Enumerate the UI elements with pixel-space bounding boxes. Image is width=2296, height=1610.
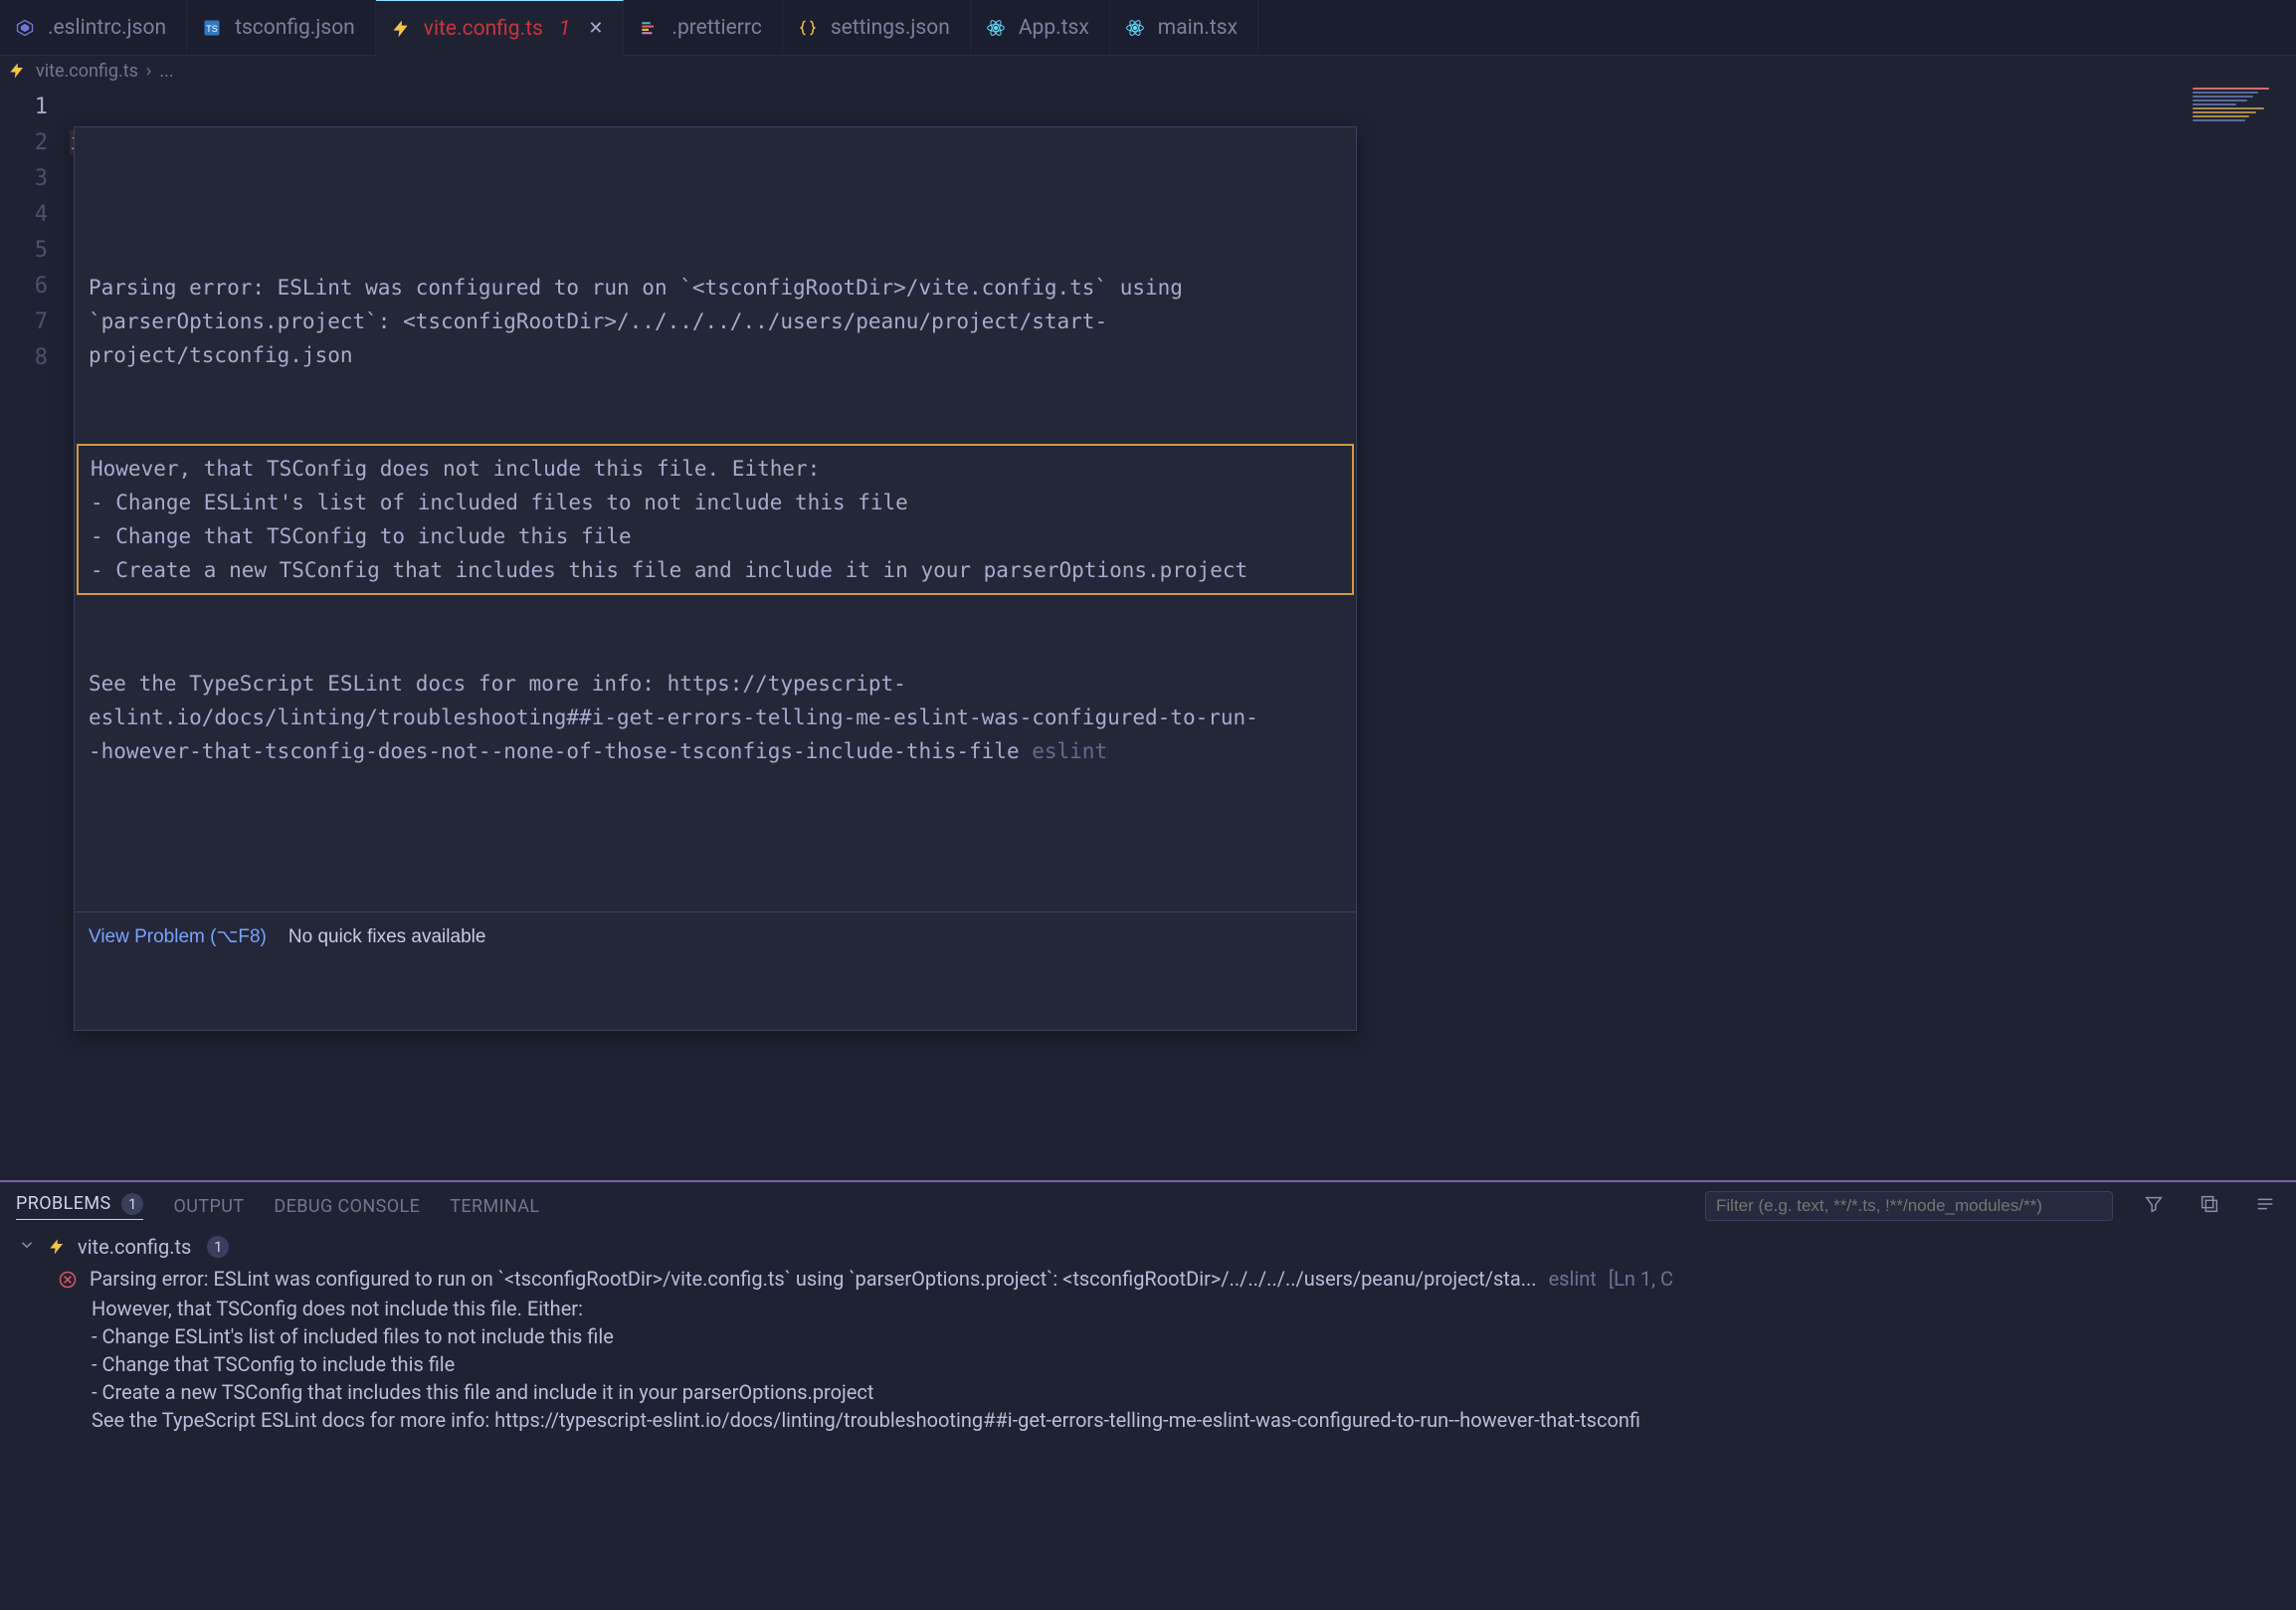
tab-tsconfig-json[interactable]: TS tsconfig.json (187, 0, 376, 56)
tsconfig-icon: TS (201, 17, 223, 39)
problems-badge: 1 (121, 1193, 143, 1215)
tab-label: main.tsx (1158, 16, 1238, 40)
view-problem-link[interactable]: View Problem (⌥F8) (89, 920, 267, 954)
editor-area[interactable]: 12345678 import { defineConfig } from 'v… (0, 86, 2296, 1180)
problems-list[interactable]: vite.config.ts 1 Parsing error: ESLint w… (0, 1229, 2296, 1610)
problem-sub-line: See the TypeScript ESLint docs for more … (10, 1406, 2296, 1434)
svg-text:TS: TS (206, 24, 218, 34)
tab-label: .eslintrc.json (48, 16, 166, 40)
problem-location: [Ln 1, C (1609, 1267, 1673, 1291)
tab-App-tsx[interactable]: App.tsx (971, 0, 1110, 56)
line-gutter: 12345678 (0, 86, 70, 1180)
tab-vite-config-ts[interactable]: vite.config.ts 1 ✕ (376, 0, 625, 56)
problem-file-count: 1 (207, 1236, 229, 1258)
error-icon (58, 1270, 78, 1290)
problem-message: Parsing error: ESLint was configured to … (90, 1267, 1537, 1291)
prettier-icon (638, 17, 660, 39)
problem-hover: Parsing error: ESLint was configured to … (74, 126, 1357, 1031)
eslint-icon (14, 17, 36, 39)
vite-icon (390, 18, 412, 40)
panel-tab-debug[interactable]: Debug Console (274, 1196, 420, 1217)
json-icon (797, 17, 819, 39)
hover-footer: View Problem (⌥F8) No quick fixes availa… (75, 911, 1356, 962)
panel-tab-output[interactable]: Output (173, 1196, 244, 1217)
react-icon (1124, 17, 1146, 39)
problem-row[interactable]: Parsing error: ESLint was configured to … (10, 1263, 2296, 1295)
close-icon[interactable]: ✕ (588, 18, 603, 39)
code-content[interactable]: import { defineConfig } from 'vite' Pars… (70, 86, 2296, 1180)
hover-pre-text: Parsing error: ESLint was configured to … (89, 271, 1342, 372)
problem-sub-line: - Change that TSConfig to include this f… (10, 1350, 2296, 1378)
problem-source: eslint (1549, 1267, 1597, 1291)
breadcrumb-sep: › (146, 61, 151, 82)
collapse-all-icon[interactable] (2199, 1193, 2224, 1219)
minimap[interactable] (2187, 86, 2296, 1180)
hover-post-text: See the TypeScript ESLint docs for more … (89, 667, 1342, 768)
panel-tab-bar: Problems 1 Output Debug Console Terminal (0, 1183, 2296, 1229)
panel-tab-terminal[interactable]: Terminal (450, 1196, 539, 1217)
problem-file-row[interactable]: vite.config.ts 1 (10, 1231, 2296, 1263)
tab-label: App.tsx (1019, 16, 1089, 40)
tab--eslintrc-json[interactable]: .eslintrc.json (0, 0, 187, 56)
filter-icon[interactable] (2143, 1193, 2169, 1219)
tab-settings-json[interactable]: settings.json (783, 0, 971, 56)
tab-label: settings.json (831, 16, 950, 40)
bottom-panel: Problems 1 Output Debug Console Terminal (0, 1182, 2296, 1610)
panel-tab-problems[interactable]: Problems 1 (16, 1193, 143, 1220)
chevron-down-icon[interactable] (18, 1235, 36, 1259)
panel-tab-label: Problems (16, 1193, 111, 1214)
tab-main-tsx[interactable]: main.tsx (1110, 0, 1258, 56)
tab-label: vite.config.ts (424, 17, 543, 41)
problem-sub-line: - Create a new TSConfig that includes th… (10, 1378, 2296, 1406)
problem-file-name: vite.config.ts (78, 1235, 191, 1259)
vite-icon (6, 60, 28, 82)
no-fix-text: No quick fixes available (288, 920, 486, 954)
tab-bar: .eslintrc.json TS tsconfig.json vite.config… (0, 0, 2296, 56)
react-icon (985, 17, 1007, 39)
tab-dirty-indicator: 1 (559, 17, 570, 41)
problems-filter-input[interactable] (1705, 1191, 2113, 1221)
vite-icon (46, 1236, 68, 1258)
breadcrumb[interactable]: vite.config.ts › ... (0, 56, 2296, 86)
more-icon[interactable] (2254, 1193, 2280, 1219)
tab--prettierrc[interactable]: .prettierrc (624, 0, 782, 56)
tab-label: tsconfig.json (235, 16, 355, 40)
tab-label: .prettierrc (671, 16, 761, 40)
breadcrumb-file: vite.config.ts (36, 61, 138, 82)
breadcrumb-more: ... (159, 61, 173, 82)
hover-highlight-box: However, that TSConfig does not include … (77, 444, 1354, 595)
problem-sub-line: However, that TSConfig does not include … (10, 1295, 2296, 1322)
problem-sub-line: - Change ESLint's list of included files… (10, 1322, 2296, 1350)
